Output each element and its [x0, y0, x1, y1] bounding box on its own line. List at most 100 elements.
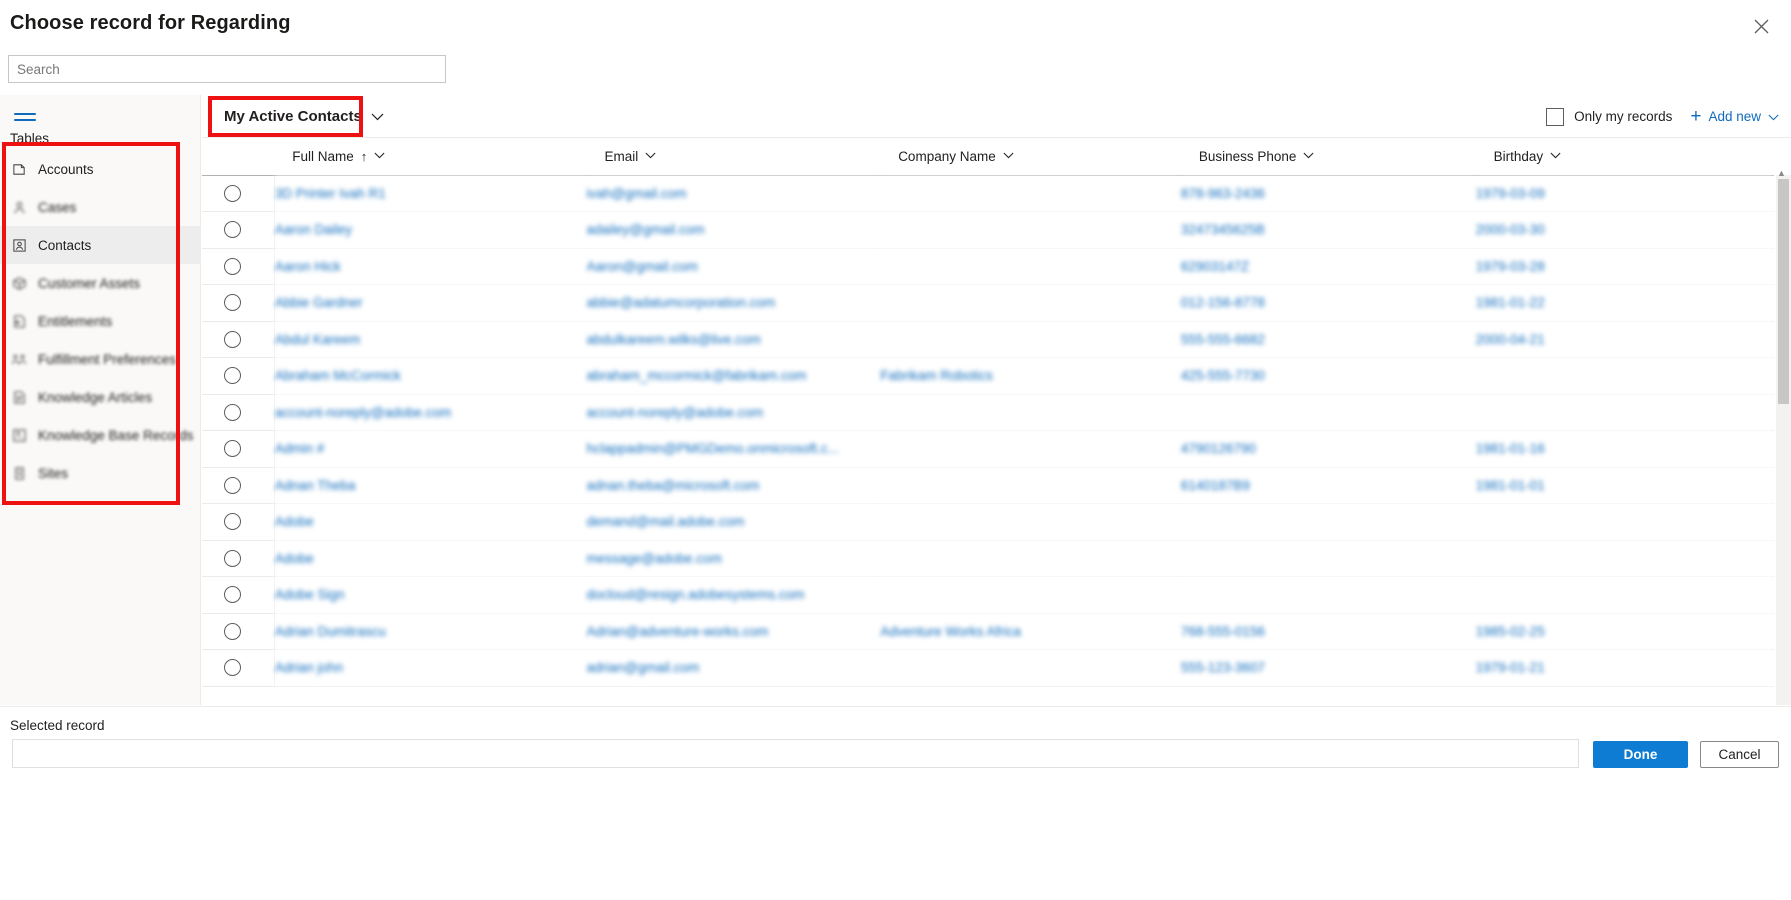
box-icon: [8, 273, 30, 293]
column-header-email[interactable]: Email: [586, 138, 881, 176]
cell-full-name[interactable]: account-noreply@adobe.com: [274, 394, 587, 431]
row-radio-button[interactable]: [224, 221, 241, 239]
table-row[interactable]: Admin # hclappadmin@PMGDemo.onmicrosoft.c…: [202, 430, 1774, 468]
cell-company-name: [880, 503, 1181, 541]
chevron-down-icon[interactable]: [1550, 150, 1561, 162]
cell-birthday: [1475, 394, 1774, 431]
sidebar-item-cases[interactable]: Cases: [0, 188, 201, 226]
hamburger-menu-icon[interactable]: [8, 103, 42, 131]
close-icon[interactable]: [1745, 10, 1777, 42]
cell-full-name[interactable]: Abdul Kareem: [274, 321, 587, 358]
sidebar-item-customer-assets[interactable]: Customer Assets: [0, 264, 201, 302]
done-button[interactable]: Done: [1593, 741, 1688, 768]
row-select-cell[interactable]: [202, 576, 275, 614]
cancel-button[interactable]: Cancel: [1700, 741, 1779, 768]
cell-full-name[interactable]: Aaron Hick: [274, 248, 587, 285]
row-select-cell[interactable]: [202, 467, 275, 504]
cell-full-name[interactable]: Abraham McCormick: [274, 357, 587, 395]
row-select-cell[interactable]: [202, 649, 275, 687]
chevron-down-icon[interactable]: [645, 150, 656, 162]
cell-full-name[interactable]: Adrian Dumitrascu: [274, 613, 587, 650]
only-my-records-toggle[interactable]: Only my records: [1546, 107, 1672, 126]
row-radio-button[interactable]: [224, 659, 241, 677]
cell-full-name[interactable]: Admin #: [274, 430, 587, 468]
row-select-cell[interactable]: [202, 503, 275, 541]
only-my-records-checkbox[interactable]: [1546, 107, 1565, 126]
column-header-full-name[interactable]: Full Name ↑: [274, 138, 587, 176]
table-body: 3D Printer Ivah R1 ivah@gmail.com 878-963-…: [202, 175, 1774, 687]
table-row[interactable]: Adobe Sign docloud@resign.adobesystems.co…: [202, 576, 1774, 614]
row-radio-button[interactable]: [224, 403, 241, 421]
command-bar-actions: Only my records + Add new: [1546, 95, 1779, 138]
sidebar-item-contacts[interactable]: Contacts: [0, 226, 201, 264]
table-row[interactable]: Adrian Dumitrascu Adrian@adventure-works.…: [202, 613, 1774, 650]
chevron-down-icon[interactable]: [1003, 150, 1014, 162]
selected-record-input[interactable]: [12, 739, 1579, 768]
table-row[interactable]: account-noreply@adobe.com account-noreply…: [202, 394, 1774, 431]
row-select-cell[interactable]: [202, 430, 275, 468]
row-radio-button[interactable]: [224, 622, 241, 640]
cell-birthday: 1979-01-21: [1475, 649, 1774, 687]
view-selector[interactable]: My Active Contacts: [216, 101, 392, 131]
sidebar-item-sites[interactable]: Sites: [0, 454, 201, 492]
row-radio-button[interactable]: [224, 257, 241, 275]
row-select-cell[interactable]: [202, 394, 275, 431]
row-select-cell[interactable]: [202, 357, 275, 395]
cell-full-name[interactable]: Adrian john: [274, 649, 587, 687]
site-icon: [8, 463, 30, 483]
table-row[interactable]: Adnan Theba adnan.theba@microsoft.com 6140…: [202, 467, 1774, 504]
search-input[interactable]: [8, 55, 446, 83]
add-new-button[interactable]: + Add new: [1690, 107, 1779, 126]
row-select-cell[interactable]: [202, 613, 275, 650]
row-radio-button[interactable]: [224, 476, 241, 494]
cell-full-name[interactable]: Adobe Sign: [274, 576, 587, 614]
cell-full-name[interactable]: Adnan Theba: [274, 467, 587, 504]
table-row[interactable]: Abdul Kareem abdulkareem.wilks@live.com 55…: [202, 321, 1774, 358]
cell-full-name[interactable]: Adobe: [274, 540, 587, 577]
row-radio-button[interactable]: [224, 549, 241, 567]
row-select-cell[interactable]: [202, 211, 275, 249]
table-row[interactable]: Abraham McCormick abraham_mccormick@fabri…: [202, 357, 1774, 395]
scroll-up-icon[interactable]: ▲: [1775, 168, 1788, 179]
table-row[interactable]: Adobe message@adobe.com: [202, 540, 1774, 577]
row-select-cell[interactable]: [202, 321, 275, 358]
row-radio-button[interactable]: [224, 440, 241, 458]
row-radio-button[interactable]: [224, 513, 241, 531]
row-radio-button[interactable]: [224, 330, 241, 348]
row-select-cell[interactable]: [202, 175, 275, 212]
sidebar-item-entitlements[interactable]: Entitlements: [0, 302, 201, 340]
table-row[interactable]: Aaron Dailey adailey@gmail.com 3247345625B…: [202, 211, 1774, 249]
cell-company-name: [880, 211, 1181, 249]
table-row[interactable]: Abbie Gardner abbie@adatumcorporation.com…: [202, 284, 1774, 322]
table-row[interactable]: Aaron Hick Aaron@gmail.com 62903147Z 1979-0…: [202, 248, 1774, 285]
column-header-birthday[interactable]: Birthday: [1475, 138, 1774, 176]
view-selector-label: My Active Contacts: [224, 107, 362, 125]
sidebar-item-knowledge-base-records[interactable]: Knowledge Base Records: [0, 416, 201, 454]
row-select-cell[interactable]: [202, 284, 275, 322]
table-row[interactable]: Adrian john adrian@gmail.com 555-123-3607 1…: [202, 649, 1774, 687]
cell-full-name[interactable]: Aaron Dailey: [274, 211, 587, 249]
column-header-company-name[interactable]: Company Name: [880, 138, 1181, 176]
column-header-business-phone[interactable]: Business Phone: [1180, 138, 1476, 176]
cell-full-name[interactable]: Abbie Gardner: [274, 284, 587, 322]
cell-full-name[interactable]: Adobe: [274, 503, 587, 541]
cell-email: adnan.theba@microsoft.com: [586, 467, 881, 504]
cell-full-name[interactable]: 3D Printer Ivah R1: [274, 175, 587, 212]
sidebar-item-fulfillment-preferences[interactable]: Fulfillment Preferences: [0, 340, 201, 378]
row-radio-button[interactable]: [224, 184, 241, 202]
cell-email: demand@mail.adobe.com: [586, 503, 881, 541]
chevron-down-icon[interactable]: [1303, 150, 1314, 162]
table-row[interactable]: 3D Printer Ivah R1 ivah@gmail.com 878-963-…: [202, 175, 1774, 212]
row-select-cell[interactable]: [202, 248, 275, 285]
chevron-down-icon: [371, 108, 384, 125]
row-radio-button[interactable]: [224, 586, 241, 604]
sidebar-item-knowledge-articles[interactable]: Knowledge Articles: [0, 378, 201, 416]
sidebar-item-accounts[interactable]: Accounts: [0, 150, 201, 188]
vertical-scrollbar[interactable]: ▲: [1776, 168, 1791, 705]
scrollbar-thumb[interactable]: ▲: [1777, 168, 1789, 404]
chevron-down-icon[interactable]: [374, 150, 385, 162]
row-radio-button[interactable]: [224, 367, 241, 385]
row-radio-button[interactable]: [224, 294, 241, 312]
row-select-cell[interactable]: [202, 540, 275, 577]
table-row[interactable]: Adobe demand@mail.adobe.com: [202, 503, 1774, 541]
